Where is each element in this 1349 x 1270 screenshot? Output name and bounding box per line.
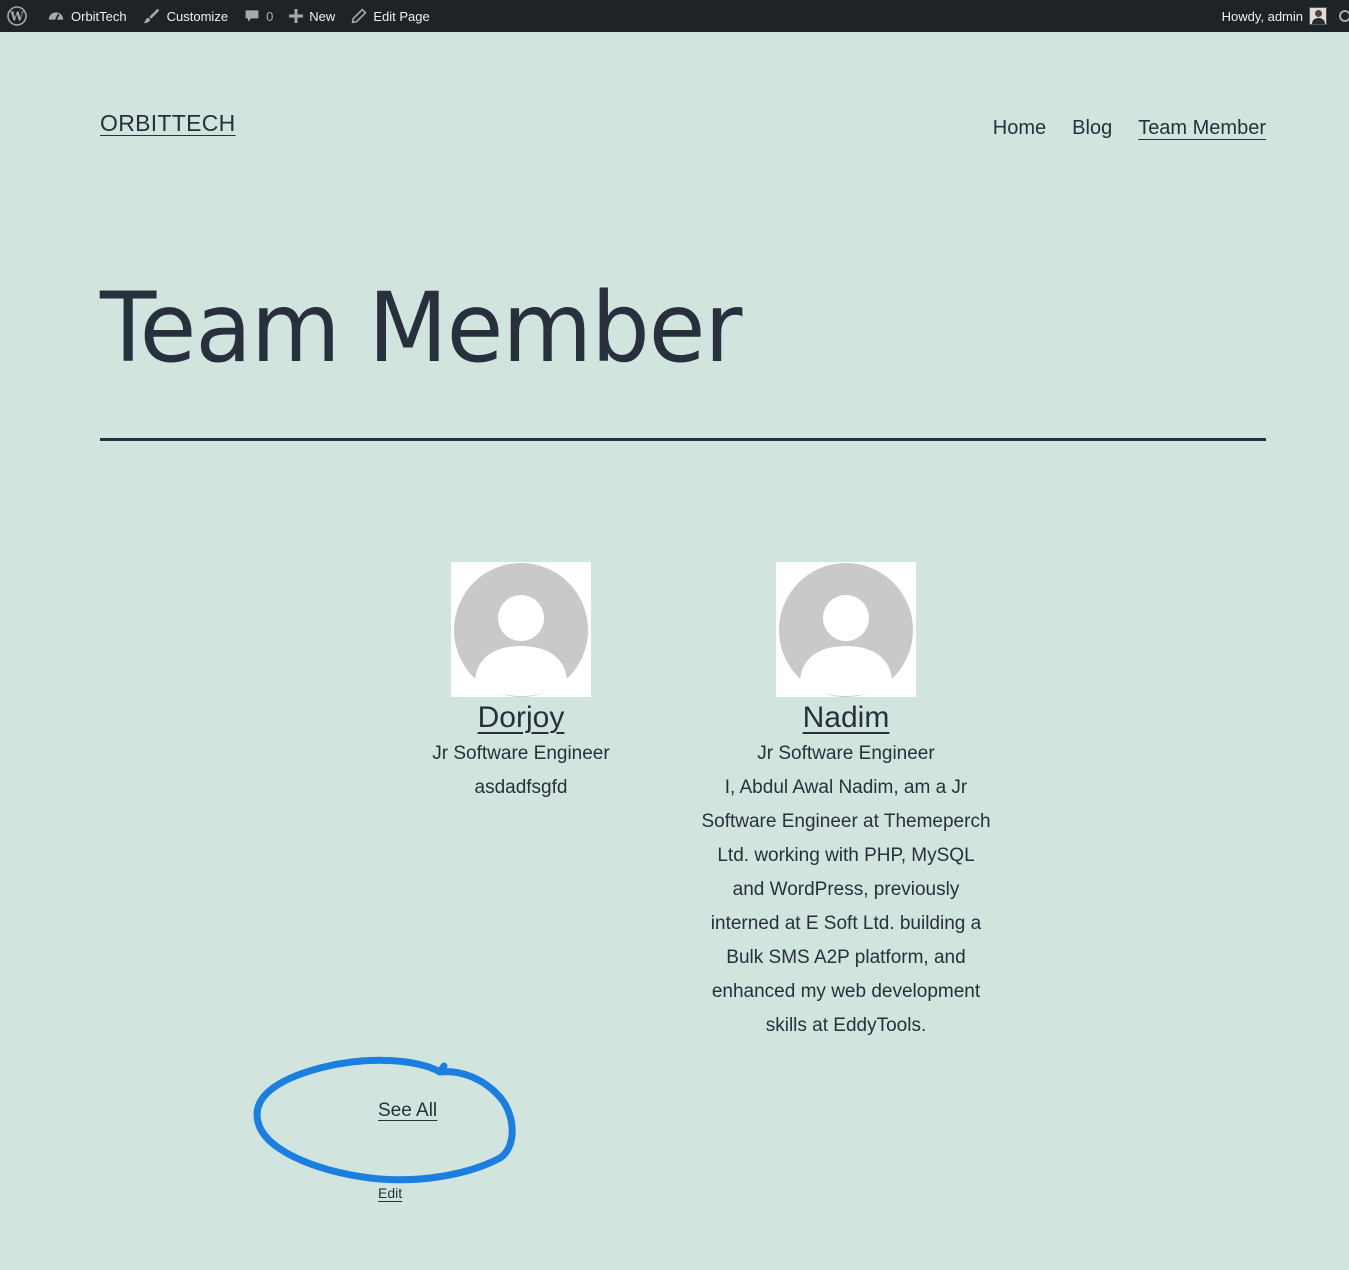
howdy-label: Howdy, admin — [1221, 8, 1303, 24]
nav-item-team-member[interactable]: Team Member — [1138, 117, 1266, 140]
site-title-link[interactable]: ORBITTECH — [100, 110, 236, 137]
title-divider — [100, 438, 1266, 441]
site-name-label: OrbitTech — [71, 8, 127, 24]
new-content-menu[interactable]: New — [281, 0, 343, 32]
new-label: New — [309, 8, 336, 24]
member-avatar — [776, 562, 916, 697]
user-avatar — [1309, 7, 1327, 25]
site-name-menu[interactable]: OrbitTech — [39, 0, 135, 32]
edit-link[interactable]: Edit — [378, 1185, 402, 1201]
pencil-icon — [351, 8, 367, 24]
member-avatar — [451, 562, 591, 697]
page-title: Team Member — [100, 272, 742, 384]
dashboard-icon — [48, 12, 64, 21]
member-bio: I, Abdul Awal Nadim, am a Jr Software En… — [701, 777, 991, 1036]
paintbrush-icon — [143, 8, 159, 24]
customize-label: Customize — [166, 8, 229, 24]
team-member-card: Nadim Jr Software Engineer I, Abdul Awal… — [696, 562, 996, 1043]
nav-item-home[interactable]: Home — [993, 117, 1046, 140]
default-user-icon — [454, 563, 588, 697]
edit-page-link[interactable]: Edit Page — [343, 0, 437, 32]
member-name-link[interactable]: Nadim — [803, 701, 890, 735]
my-account-menu[interactable]: Howdy, admin — [1214, 0, 1327, 32]
plus-icon — [289, 9, 304, 23]
member-name-link[interactable]: Dorjoy — [478, 701, 565, 735]
comments-link[interactable]: 0 — [236, 0, 281, 32]
member-bio: asdadfsgfd — [474, 777, 568, 798]
customize-link[interactable]: Customize — [135, 0, 236, 32]
comment-icon — [245, 10, 259, 22]
team-member-card: Dorjoy Jr Software Engineer asdadfsgfd — [371, 562, 671, 805]
admin-bar: W OrbitTech Customize 0 New Edit Page Ho… — [0, 0, 1349, 32]
wordpress-logo-icon[interactable]: W — [0, 0, 39, 32]
default-user-icon — [779, 563, 913, 697]
see-all-link[interactable]: See All — [378, 1100, 437, 1122]
comments-count: 0 — [266, 8, 274, 24]
svg-text:W: W — [9, 10, 24, 24]
member-role: Jr Software Engineer — [757, 743, 935, 764]
nav-item-blog[interactable]: Blog — [1072, 117, 1112, 140]
search-icon[interactable] — [1337, 0, 1349, 32]
member-role: Jr Software Engineer — [432, 743, 610, 764]
primary-nav: Home Blog Team Member — [993, 117, 1266, 140]
edit-page-label: Edit Page — [373, 8, 430, 24]
